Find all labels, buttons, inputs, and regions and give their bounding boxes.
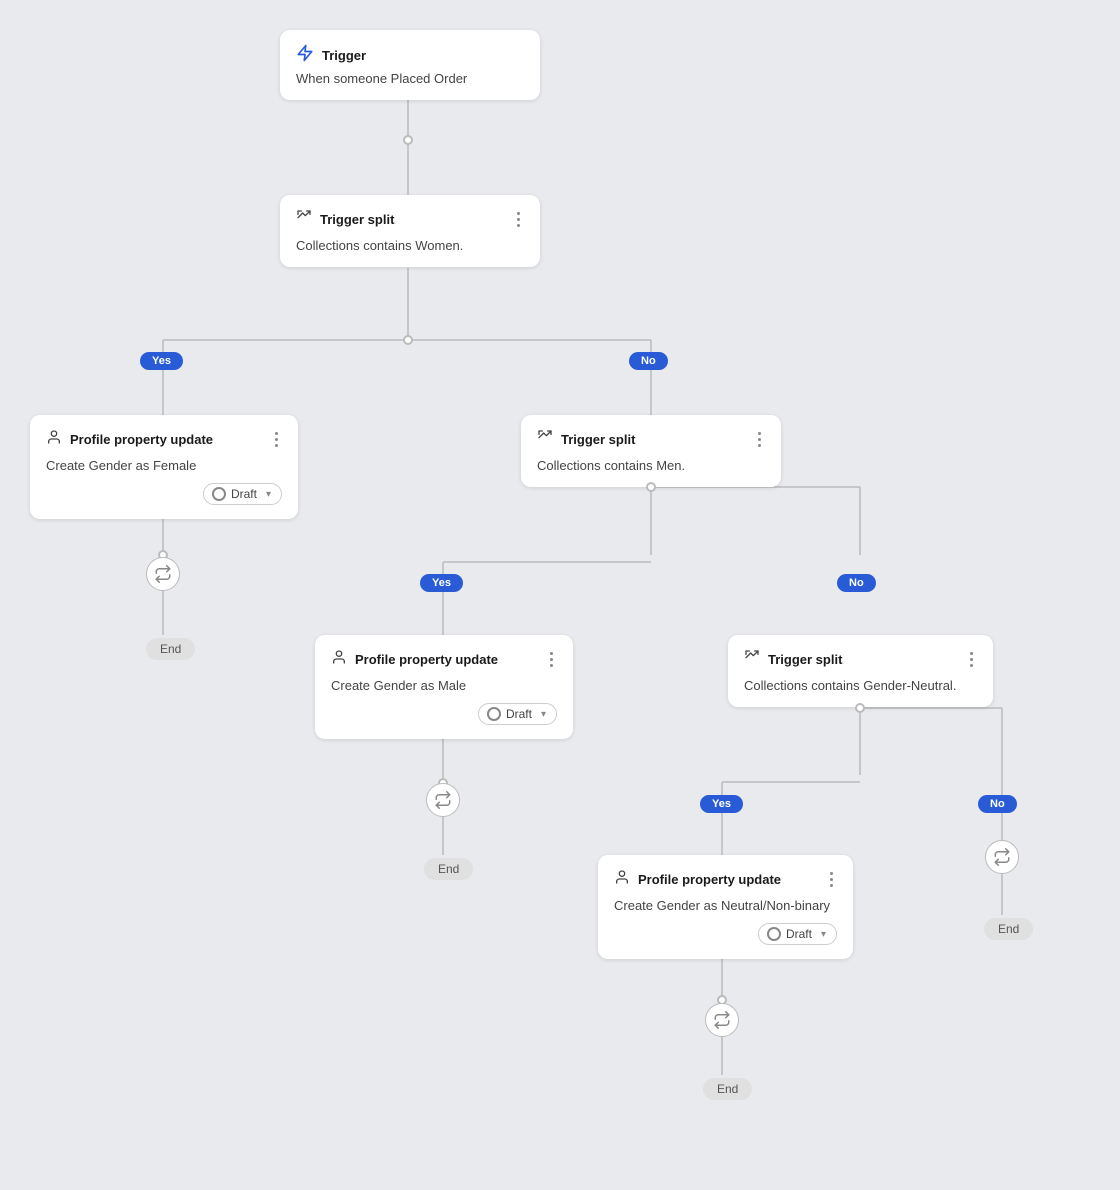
neutral-draft-chevron: ▾ <box>821 929 826 940</box>
profile-male-subtitle: Create Gender as Male <box>331 678 557 693</box>
neutral-draft-badge[interactable]: Draft ▾ <box>758 923 837 945</box>
loop-node-4 <box>985 840 1019 874</box>
profile-neutral-subtitle: Create Gender as Neutral/Non-binary <box>614 898 837 913</box>
trigger-title: Trigger <box>322 48 366 63</box>
trigger-split-1-menu[interactable] <box>513 210 524 229</box>
male-draft-label: Draft <box>506 707 532 721</box>
end-node-2: End <box>424 858 473 880</box>
trigger-split-3-subtitle: Collections contains Gender-Neutral. <box>744 678 977 693</box>
trigger-split-2-title: Trigger split <box>561 432 635 447</box>
loop-node-3 <box>705 1003 739 1037</box>
profile-male-title: Profile property update <box>355 652 498 667</box>
draft-icon-male <box>487 707 501 721</box>
trigger-icon <box>296 44 314 67</box>
yes-label-3: Yes <box>700 795 743 813</box>
profile-male-menu[interactable] <box>546 650 557 669</box>
trigger-split-1-title: Trigger split <box>320 212 394 227</box>
profile-neutral-menu[interactable] <box>826 870 837 889</box>
female-draft-chevron: ▾ <box>266 489 271 500</box>
connector-dot-6 <box>855 703 865 713</box>
user-icon-male <box>331 649 347 670</box>
draft-icon-neutral <box>767 927 781 941</box>
neutral-draft-label: Draft <box>786 927 812 941</box>
loop-node-1 <box>146 557 180 591</box>
end-node-4: End <box>984 918 1033 940</box>
trigger-split-1-subtitle: Collections contains Women. <box>296 238 524 253</box>
split-icon-3 <box>744 649 760 670</box>
profile-female-card: Profile property update Create Gender as… <box>30 415 298 519</box>
user-icon-female <box>46 429 62 450</box>
trigger-card: Trigger When someone Placed Order <box>280 30 540 100</box>
yes-label-2: Yes <box>420 574 463 592</box>
profile-neutral-title: Profile property update <box>638 872 781 887</box>
end-node-3: End <box>703 1078 752 1100</box>
no-label-3: No <box>978 795 1017 813</box>
connector-dot-4 <box>646 482 656 492</box>
profile-female-subtitle: Create Gender as Female <box>46 458 282 473</box>
profile-male-card: Profile property update Create Gender as… <box>315 635 573 739</box>
trigger-split-3-title: Trigger split <box>768 652 842 667</box>
male-draft-badge[interactable]: Draft ▾ <box>478 703 557 725</box>
trigger-split-2-card: Trigger split Collections contains Men. <box>521 415 781 487</box>
trigger-subtitle: When someone Placed Order <box>296 71 524 86</box>
trigger-split-3-menu[interactable] <box>966 650 977 669</box>
female-draft-label: Draft <box>231 487 257 501</box>
trigger-split-2-menu[interactable] <box>754 430 765 449</box>
connector-dot-2 <box>403 335 413 345</box>
no-label-1: No <box>629 352 668 370</box>
connector-dot-1 <box>403 135 413 145</box>
loop-node-2 <box>426 783 460 817</box>
male-draft-chevron: ▾ <box>541 709 546 720</box>
draft-icon-female <box>212 487 226 501</box>
no-label-2: No <box>837 574 876 592</box>
yes-label-1: Yes <box>140 352 183 370</box>
profile-neutral-card: Profile property update Create Gender as… <box>598 855 853 959</box>
trigger-split-3-card: Trigger split Collections contains Gende… <box>728 635 993 707</box>
trigger-split-2-subtitle: Collections contains Men. <box>537 458 765 473</box>
end-node-1: End <box>146 638 195 660</box>
user-icon-neutral <box>614 869 630 890</box>
profile-female-menu[interactable] <box>271 430 282 449</box>
female-draft-badge[interactable]: Draft ▾ <box>203 483 282 505</box>
trigger-split-1-card: Trigger split Collections contains Women… <box>280 195 540 267</box>
profile-female-title: Profile property update <box>70 432 213 447</box>
split-icon-1 <box>296 209 312 230</box>
split-icon-2 <box>537 429 553 450</box>
